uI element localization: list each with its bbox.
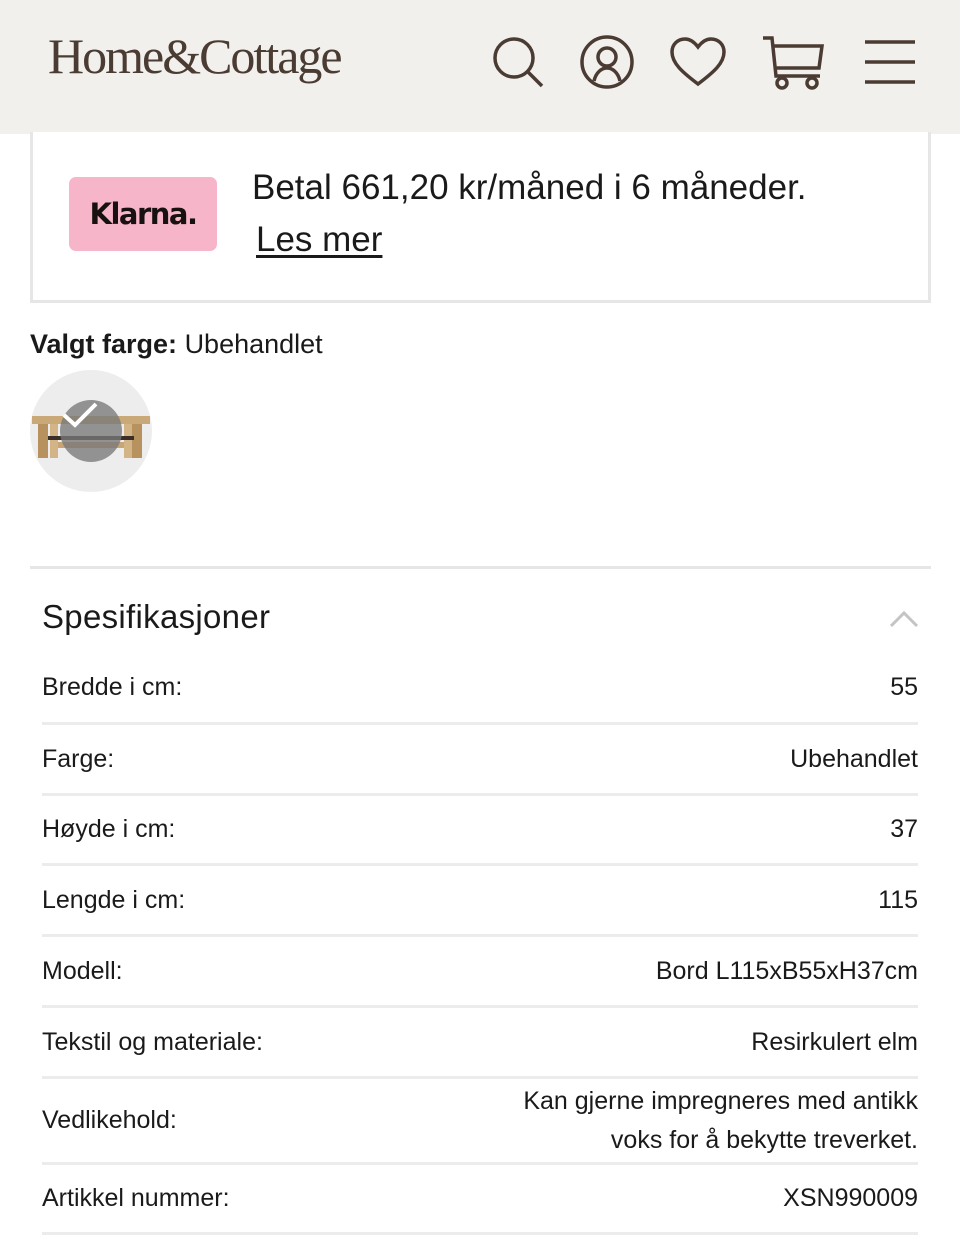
specifications-heading[interactable]: Spesifikasjoner xyxy=(42,594,270,640)
spec-value: XSN990009 xyxy=(783,1184,918,1212)
site-logo[interactable]: Home&Cottage xyxy=(48,26,343,86)
klarna-installment-box: Klarna. Betal 661,20 kr/måned i 6 månede… xyxy=(30,132,931,303)
spec-row-material: Tekstil og materiale: Resirkulert elm xyxy=(42,1008,918,1079)
heart-icon[interactable] xyxy=(668,32,728,92)
site-header: Home&Cottage xyxy=(0,0,960,134)
spec-value: Ubehandlet xyxy=(790,744,918,773)
selected-color-label: Valgt farge: Ubehandlet xyxy=(30,324,323,364)
spec-value: 55 xyxy=(890,672,918,701)
spec-label: Vedlikehold: xyxy=(42,1106,177,1134)
spec-value: 37 xyxy=(890,815,918,843)
spec-value: Resirkulert elm xyxy=(751,1027,918,1056)
spec-row-width: Bredde i cm: 55 xyxy=(42,652,918,725)
chevron-up-icon[interactable] xyxy=(888,608,920,630)
spec-row-height: Høyde i cm: 37 xyxy=(42,796,918,866)
klarna-read-more-link[interactable]: Les mer xyxy=(256,216,382,264)
selected-check-icon xyxy=(60,400,122,462)
klarna-logo: Klarna. xyxy=(69,177,217,251)
section-divider xyxy=(30,566,931,569)
search-icon[interactable] xyxy=(490,32,546,92)
specifications-table: Bredde i cm: 55 Farge: Ubehandlet Høyde … xyxy=(42,652,918,1235)
spec-row-model: Modell: Bord L115xB55xH37cm xyxy=(42,937,918,1008)
color-swatch-ubehandlet[interactable] xyxy=(30,370,152,492)
spec-label: Tekstil og materiale: xyxy=(42,1027,263,1056)
spec-value: 115 xyxy=(878,885,918,914)
spec-label: Høyde i cm: xyxy=(42,815,176,843)
cart-icon[interactable] xyxy=(760,32,828,92)
spec-label: Bredde i cm: xyxy=(42,672,183,701)
selected-color-caption: Valgt farge: xyxy=(30,329,178,359)
spec-value: Bord L115xB55xH37cm xyxy=(655,956,918,985)
spec-label: Lengde i cm: xyxy=(42,885,186,914)
spec-row-color: Farge: Ubehandlet xyxy=(42,725,918,796)
spec-row-article-number: Artikkel nummer: XSN990009 xyxy=(42,1165,918,1235)
selected-color-value: Ubehandlet xyxy=(184,329,323,359)
spec-row-length: Lengde i cm: 115 xyxy=(42,866,918,937)
spec-label: Artikkel nummer: xyxy=(42,1184,230,1212)
spec-label: Farge: xyxy=(42,744,115,773)
spec-label: Modell: xyxy=(42,956,123,985)
account-icon[interactable] xyxy=(578,32,636,92)
spec-row-maintenance: Vedlikehold: Kan gjerne impregneres med … xyxy=(42,1079,918,1165)
klarna-installment-text: Betal 661,20 kr/måned i 6 måneder. xyxy=(252,168,807,207)
spec-value: Kan gjerne impregneres med antikk voks f… xyxy=(523,1086,918,1154)
menu-icon[interactable] xyxy=(862,32,918,92)
